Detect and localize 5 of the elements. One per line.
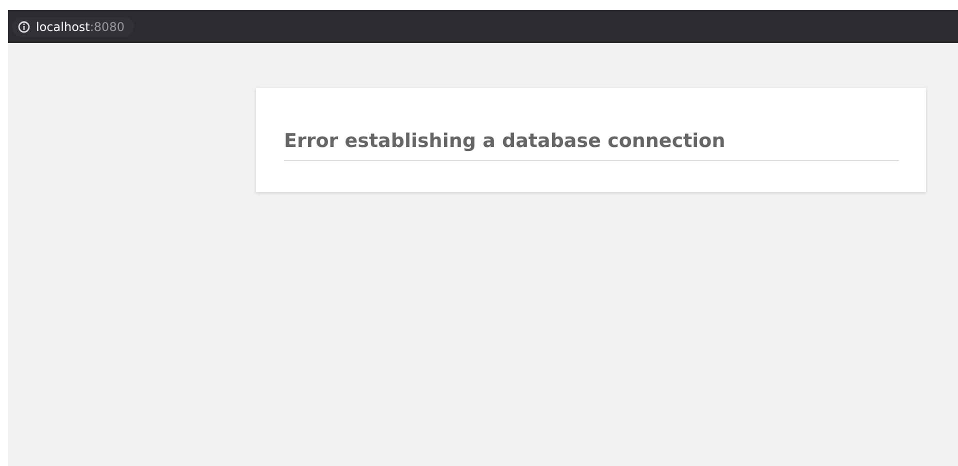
info-icon (18, 20, 30, 32)
error-heading: Error establishing a database connection (284, 130, 726, 154)
url-host: localhost (36, 20, 90, 34)
url-port: :8080 (90, 20, 124, 34)
url-field[interactable]: localhost:8080 (12, 16, 134, 36)
